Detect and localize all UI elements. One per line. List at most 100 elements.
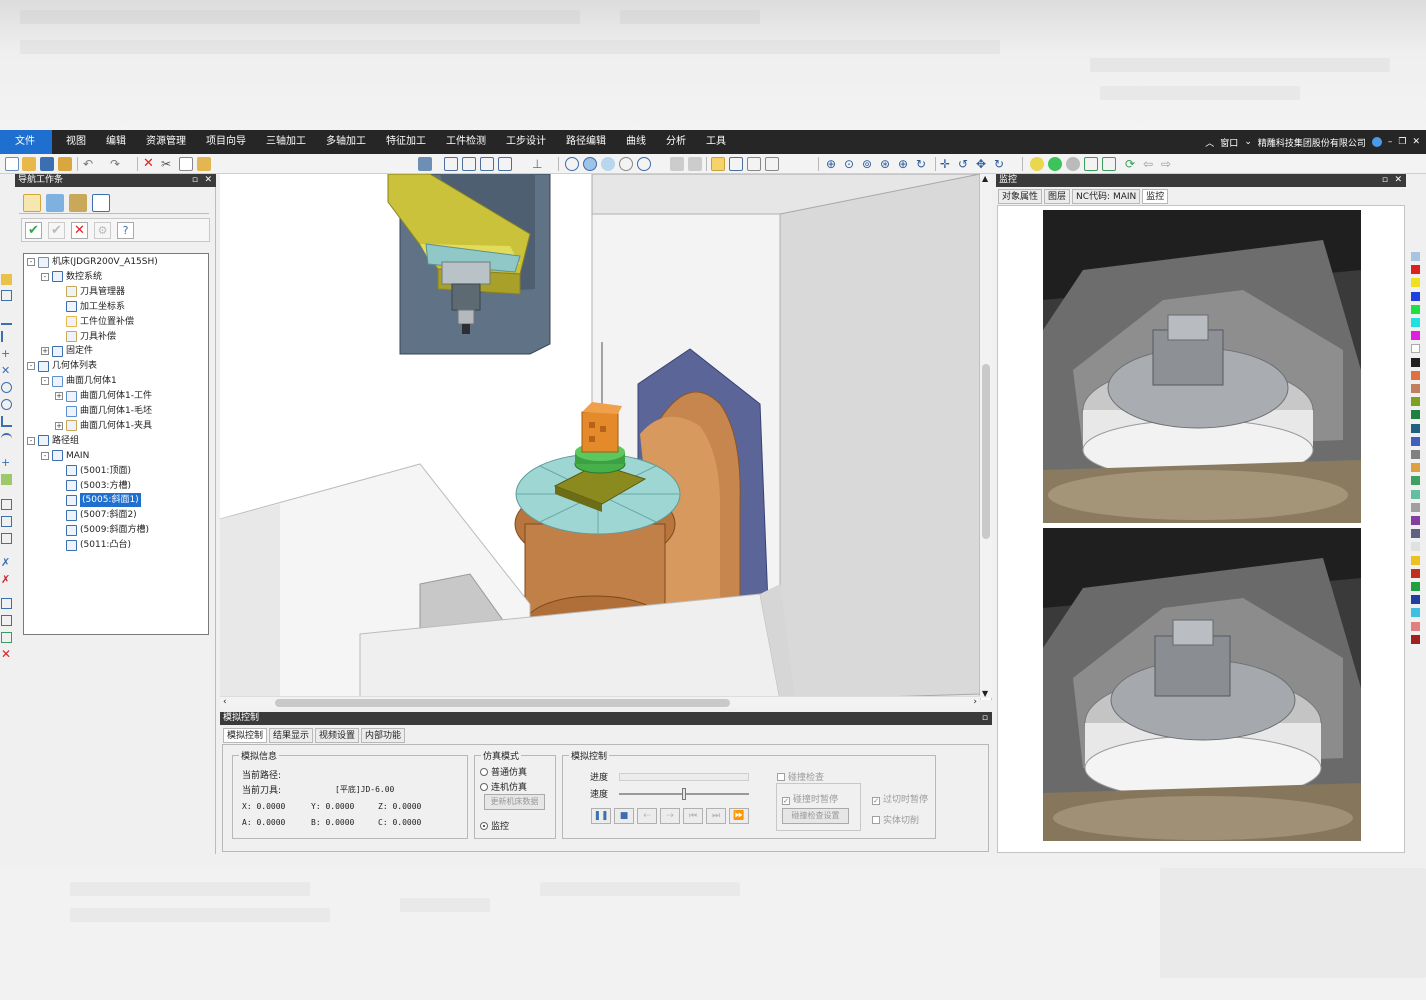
- color-swatch[interactable]: [1411, 463, 1420, 473]
- tree-item[interactable]: (5005:斜面1): [55, 493, 141, 508]
- 3d-viewport[interactable]: [220, 174, 992, 700]
- pause-on-overcut-checkbox[interactable]: ✓ 过切时暂停: [872, 792, 928, 805]
- nav-tab-list-icon[interactable]: [92, 194, 110, 212]
- color-swatch[interactable]: [1411, 265, 1420, 275]
- menu-file[interactable]: 文件: [0, 130, 52, 154]
- mode-normal-radio[interactable]: 普通仿真: [480, 765, 527, 778]
- redo-icon[interactable]: ↷: [110, 157, 124, 171]
- color-swatch[interactable]: [1411, 344, 1420, 354]
- tree-item[interactable]: - 曲面几何体1: [41, 374, 117, 388]
- back-icon[interactable]: ⇦: [1143, 157, 1157, 171]
- view-cube-icon[interactable]: [418, 157, 432, 171]
- color-swatch[interactable]: [1411, 423, 1420, 433]
- step-back-button[interactable]: ⇠: [637, 808, 657, 824]
- wireframe-icon[interactable]: [565, 157, 579, 171]
- speed-slider-track[interactable]: [619, 788, 749, 800]
- filter-icon[interactable]: [1102, 157, 1116, 171]
- apply-icon[interactable]: ✔: [48, 222, 65, 239]
- select-window-icon[interactable]: [747, 157, 761, 171]
- collision-settings-button[interactable]: 碰撞检查设置: [782, 808, 849, 824]
- menu-multiaxis[interactable]: 多轴加工: [316, 130, 376, 154]
- tab-video-settings[interactable]: 视频设置: [315, 728, 360, 743]
- menu-view[interactable]: 视图: [56, 130, 96, 154]
- group-icon[interactable]: [1, 632, 12, 643]
- trim-icon[interactable]: ✕: [1, 365, 12, 376]
- menu-resource[interactable]: 资源管理: [136, 130, 196, 154]
- lights-off-icon[interactable]: [1066, 157, 1080, 171]
- corner-icon[interactable]: [1, 416, 12, 427]
- tree-item[interactable]: - MAIN: [41, 449, 89, 463]
- color-swatch[interactable]: [1411, 502, 1420, 512]
- light-green-icon[interactable]: [1048, 157, 1062, 171]
- color-swatch[interactable]: [1411, 410, 1420, 420]
- tree-item[interactable]: (5011:凸台): [55, 538, 131, 552]
- scroll-up-icon[interactable]: ▲: [982, 174, 988, 183]
- save-all-icon[interactable]: [58, 157, 72, 171]
- extend-icon[interactable]: [1, 516, 12, 527]
- tree-expander-icon[interactable]: +: [41, 347, 49, 356]
- color-swatch[interactable]: [1411, 516, 1420, 525]
- pin-sim-icon[interactable]: ▫: [982, 712, 988, 725]
- help-icon[interactable]: ?: [117, 222, 134, 239]
- restore-icon[interactable]: ❐: [1398, 137, 1406, 147]
- rotate-icon[interactable]: ↻: [916, 157, 930, 171]
- tree-item[interactable]: + 曲面几何体1-工件: [55, 389, 152, 403]
- pause-on-collision-box-icon[interactable]: ✓: [782, 797, 790, 805]
- zoom-in-icon[interactable]: ⊙: [844, 157, 858, 171]
- tree-item[interactable]: - 几何体列表: [27, 359, 97, 373]
- mode-monitor-radio[interactable]: 监控: [480, 819, 509, 832]
- color-swatch[interactable]: [1411, 582, 1420, 591]
- menu-path-edit[interactable]: 路径编辑: [556, 130, 616, 154]
- horizontal-scroll-thumb[interactable]: [275, 699, 730, 707]
- pause-on-collision-checkbox[interactable]: ✓ 碰撞时暂停: [782, 792, 838, 805]
- move-icon[interactable]: ✥: [976, 157, 990, 171]
- undo-icon[interactable]: ↶: [83, 157, 97, 171]
- nav-tab-geometry-icon[interactable]: [46, 194, 64, 212]
- cancel-icon[interactable]: ✕: [71, 222, 88, 239]
- solid-cut-box-icon[interactable]: [872, 816, 880, 824]
- rewind-button[interactable]: ⏮: [683, 808, 703, 824]
- color-swatch[interactable]: [1411, 450, 1420, 459]
- tree-expander-icon[interactable]: -: [27, 362, 35, 371]
- view-side-icon[interactable]: [480, 157, 494, 171]
- tree-item[interactable]: 刀具补偿: [55, 330, 116, 344]
- skip-button[interactable]: ⏭: [706, 808, 726, 824]
- arc-icon[interactable]: [1, 433, 12, 444]
- menu-window[interactable]: 窗口: [1220, 136, 1238, 149]
- hidden-line-icon[interactable]: [619, 157, 633, 171]
- menu-inspect[interactable]: 工件检测: [436, 130, 496, 154]
- nav-tab-path-icon[interactable]: [69, 194, 87, 212]
- radio-online-icon[interactable]: [480, 783, 488, 791]
- refresh-icon[interactable]: ⟳: [1125, 157, 1139, 171]
- point-icon[interactable]: [1, 274, 12, 285]
- dropdown-icon[interactable]: ⌄: [1244, 137, 1252, 147]
- copy-icon[interactable]: [179, 157, 193, 171]
- tree-item[interactable]: + 曲面几何体1-夹具: [55, 419, 152, 433]
- tree-item[interactable]: - 机床(JDGR200V_A15SH): [27, 255, 158, 269]
- select-icon[interactable]: [711, 157, 725, 171]
- scroll-left-icon[interactable]: ‹: [223, 697, 227, 707]
- tree-expander-icon[interactable]: +: [55, 392, 63, 401]
- cut-icon[interactable]: ✂: [161, 157, 175, 171]
- save-icon[interactable]: [40, 157, 54, 171]
- color-swatch[interactable]: [1411, 555, 1420, 565]
- fast-forward-button[interactable]: ⏩: [729, 808, 749, 824]
- rotate-z-icon[interactable]: ↻: [994, 157, 1008, 171]
- view-top-icon[interactable]: [462, 157, 476, 171]
- light-icon[interactable]: [1030, 157, 1044, 171]
- vertical-scrollbar[interactable]: ▲ ▼: [980, 174, 992, 698]
- collision-check-box-icon[interactable]: [777, 773, 785, 781]
- tree-expander-icon[interactable]: +: [55, 421, 63, 430]
- scroll-down-icon[interactable]: ▼: [982, 689, 988, 698]
- color-swatch[interactable]: [1411, 397, 1420, 407]
- snapshot-icon[interactable]: [1084, 157, 1098, 171]
- speed-slider-thumb[interactable]: [682, 788, 686, 800]
- color-swatch[interactable]: [1411, 331, 1420, 341]
- radio-normal-icon[interactable]: [480, 768, 488, 776]
- curve-icon[interactable]: [1, 474, 12, 485]
- progress-track[interactable]: [619, 773, 749, 781]
- nav-tab-machine-icon[interactable]: [23, 194, 41, 212]
- pin-monitor-icon[interactable]: ▫: [1382, 174, 1388, 187]
- menu-analysis[interactable]: 分析: [656, 130, 696, 154]
- color-swatch[interactable]: [1411, 252, 1420, 261]
